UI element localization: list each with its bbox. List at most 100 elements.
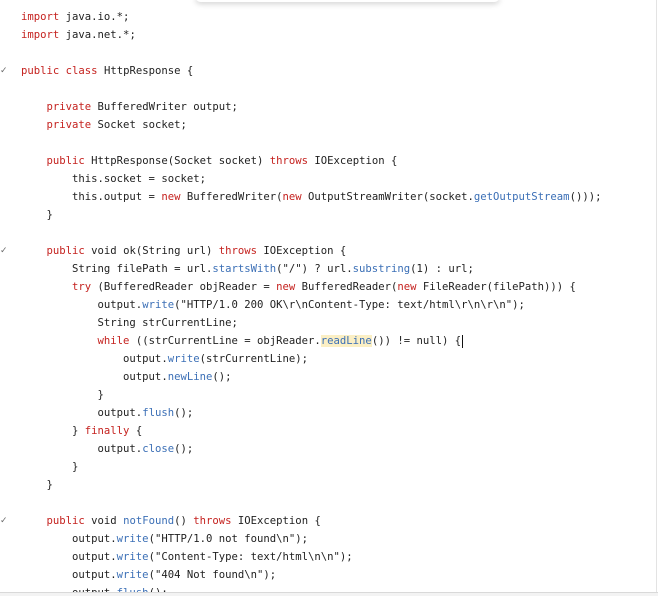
token-kw: import (21, 11, 60, 23)
token: this.output = (21, 191, 162, 203)
token-kw: while (97, 335, 130, 347)
code-line[interactable]: } (0, 458, 656, 476)
code-line[interactable]: output.write("HTTP/1.0 not found\n"); (0, 530, 656, 548)
code-line[interactable]: output.close(); (0, 440, 656, 458)
fold-toggle-icon[interactable]: ✓ (0, 512, 10, 530)
token: HttpResponse { (97, 65, 194, 77)
code-text: public HttpResponse(Socket socket) throw… (21, 152, 398, 170)
code-text: } finally { (21, 422, 142, 440)
code-text: output.flush(); (21, 404, 194, 422)
code-line[interactable] (0, 80, 656, 98)
token: } (21, 479, 53, 491)
token-kw: throws (193, 515, 232, 527)
token-fn: flush (142, 407, 175, 419)
code-line[interactable]: import java.net.*; (0, 26, 656, 44)
token: () (174, 515, 194, 527)
token: String strCurrentLine; (21, 317, 238, 329)
token-kw: import (21, 29, 60, 41)
token: BufferedReader( (295, 281, 398, 293)
fold-gutter (0, 98, 10, 116)
code-line[interactable]: } finally { (0, 422, 656, 440)
code-line[interactable] (0, 134, 656, 152)
fold-gutter (0, 296, 10, 314)
code-line[interactable]: public HttpResponse(Socket socket) throw… (0, 152, 656, 170)
code-line[interactable]: private Socket socket; (0, 116, 656, 134)
code-line[interactable]: this.socket = socket; (0, 170, 656, 188)
fold-gutter (0, 422, 10, 440)
fold-gutter (0, 548, 10, 566)
code-line[interactable] (0, 44, 656, 62)
code-line[interactable]: ✓ public void ok(String url) throws IOEx… (0, 242, 656, 260)
code-line[interactable]: output.write("HTTP/1.0 200 OK\r\nContent… (0, 296, 656, 314)
token-fn: close (142, 443, 175, 455)
code-line[interactable]: ✓ public class HttpResponse { (0, 62, 656, 80)
code-text: try (BufferedReader objReader = new Buff… (21, 278, 576, 296)
token: ("Content-Type: text/html\n\n"); (148, 551, 353, 563)
code-line[interactable]: } (0, 476, 656, 494)
code-line[interactable]: output.flush(); (0, 584, 656, 592)
token: ("HTTP/1.0 not found\n"); (148, 533, 309, 545)
token-fn: write (116, 569, 149, 581)
fold-gutter (0, 26, 10, 44)
token: output. (21, 371, 168, 383)
code-line[interactable]: output.write("404 Not found\n"); (0, 566, 656, 584)
token-fn: readLine (320, 335, 372, 347)
token-kw: public (21, 65, 60, 77)
code-text: this.output = new BufferedWriter(new Out… (21, 188, 601, 206)
token: Socket socket; (91, 119, 187, 131)
token-kw: private (46, 119, 92, 131)
code-text: while ((strCurrentLine = objReader.readL… (21, 332, 464, 350)
code-line[interactable]: this.output = new BufferedWriter(new Out… (0, 188, 656, 206)
token: ())); (569, 191, 602, 203)
code-text: output.flush(); (21, 584, 168, 592)
token: java.net.*; (59, 29, 136, 41)
code-line[interactable]: while ((strCurrentLine = objReader.readL… (0, 332, 656, 350)
token: HttpResponse(Socket socket) (84, 155, 270, 167)
code-text: } (21, 386, 104, 404)
code-line[interactable]: } (0, 386, 656, 404)
token-kw: new (161, 191, 181, 203)
code-line[interactable]: output.write(strCurrentLine); (0, 350, 656, 368)
fold-gutter (0, 188, 10, 206)
code-line[interactable]: String strCurrentLine; (0, 314, 656, 332)
token: IOException { (308, 155, 398, 167)
text-cursor (462, 334, 464, 348)
code-editor[interactable]: import java.io.*; import java.net.*; ✓ publ… (0, 0, 656, 592)
token: this.socket = socket; (21, 173, 206, 185)
code-line[interactable]: output.newLine(); (0, 368, 656, 386)
token: void (84, 515, 124, 527)
code-line[interactable]: output.write("Content-Type: text/html\n\… (0, 548, 656, 566)
code-line[interactable] (0, 494, 656, 512)
fold-toggle-icon[interactable]: ✓ (0, 242, 10, 260)
code-line[interactable]: ✓ public void notFound() throws IOExcept… (0, 512, 656, 530)
token: output. (21, 299, 143, 311)
token: ("/") ? url. (276, 263, 353, 275)
fold-gutter (0, 8, 10, 26)
code-line[interactable]: private BufferedWriter output; (0, 98, 656, 116)
code-line[interactable]: import java.io.*; (0, 8, 656, 26)
token: output. (21, 533, 117, 545)
token-kw: public (46, 155, 85, 167)
fold-gutter (0, 332, 10, 350)
code-line[interactable]: } (0, 206, 656, 224)
token: } (21, 209, 53, 221)
token: void ok(String url) (84, 245, 219, 257)
fold-toggle-icon[interactable]: ✓ (0, 62, 10, 80)
code-line[interactable]: String filePath = url.startsWith("/") ? … (0, 260, 656, 278)
token-kw: new (282, 191, 302, 203)
token: } (21, 389, 104, 401)
code-line[interactable]: try (BufferedReader objReader = new Buff… (0, 278, 656, 296)
fold-gutter (0, 44, 10, 62)
token: (BufferedReader objReader = (91, 281, 277, 293)
token-kw: public (46, 245, 85, 257)
token: ()) != null) { (371, 335, 462, 347)
code-line[interactable]: output.flush(); (0, 404, 656, 422)
token-fn: getOutputStream (473, 191, 570, 203)
code-line[interactable] (0, 224, 656, 242)
